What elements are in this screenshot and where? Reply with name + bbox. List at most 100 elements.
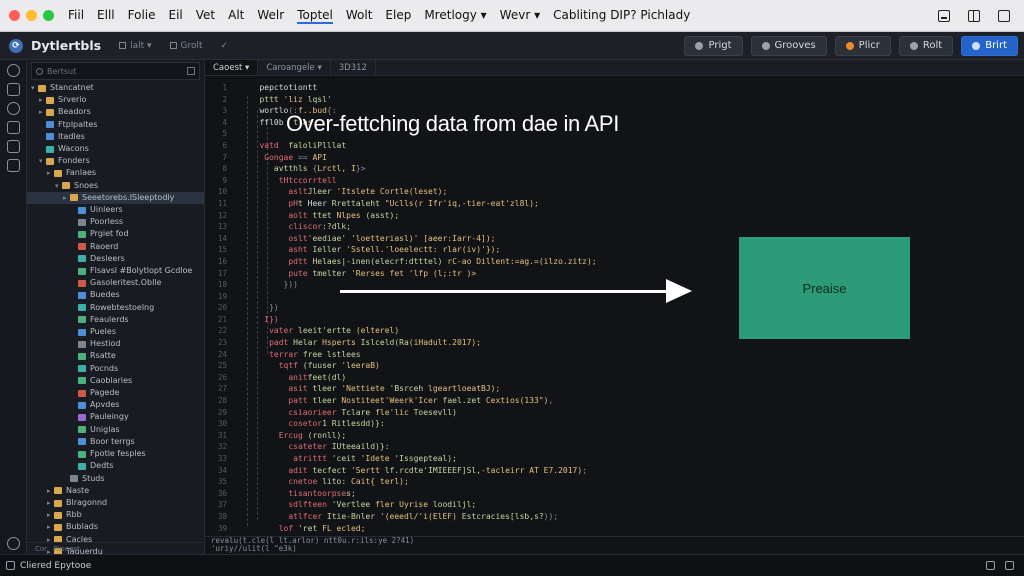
menu-item[interactable]: Elll	[97, 8, 115, 24]
toolbar-dropdown[interactable]: lalt ▾	[119, 41, 152, 51]
tree-item[interactable]: ▸ Beadors	[27, 106, 204, 118]
close-window-button[interactable]	[9, 10, 20, 21]
tree-item[interactable]: ▸ Blragonnd	[27, 497, 204, 509]
layout-icon[interactable]	[1005, 561, 1014, 570]
chevron-down-icon[interactable]: ▾	[39, 155, 46, 167]
split-view-icon[interactable]	[968, 9, 980, 22]
debug-icon[interactable]	[6, 121, 20, 134]
code-line: asltJleer 'Itslete Cortle(leset);	[245, 186, 625, 198]
menu-item[interactable]: Eil	[169, 8, 183, 24]
menu-item[interactable]: Wevr ▾	[500, 8, 540, 24]
tree-item[interactable]: Apvdes	[27, 399, 204, 411]
window-controls	[9, 10, 54, 21]
plicr-button[interactable]: Plicr	[834, 35, 891, 56]
toolbar-item[interactable]: Grolt	[169, 41, 203, 51]
tree-item[interactable]: Rsatte	[27, 350, 204, 362]
code-token: lgeartloeatBJ);	[428, 384, 501, 394]
tree-item[interactable]: ▸ Bublads	[27, 521, 204, 533]
tree-item[interactable]: Itadles	[27, 131, 204, 143]
menu-item[interactable]: Wolt	[346, 8, 373, 24]
minimize-panel-icon[interactable]	[938, 9, 950, 22]
sidebar-footer-item[interactable]: Cor	[35, 545, 47, 553]
deploy-icon[interactable]	[6, 159, 20, 172]
menu-item[interactable]: Alt	[228, 8, 244, 24]
menu-item[interactable]: Elep	[385, 8, 411, 24]
tree-item[interactable]: ▸ Srverio	[27, 94, 204, 106]
source-control-icon[interactable]	[6, 102, 20, 115]
chevron-right-icon[interactable]: ▸	[39, 94, 46, 106]
tree-item[interactable]: Pueles	[27, 326, 204, 338]
status-text[interactable]: Cliered Epytooe	[20, 561, 91, 571]
menu-item[interactable]: Welr	[257, 8, 284, 24]
menu-item[interactable]: Mretlogy ▾	[424, 8, 486, 24]
tree-item[interactable]: ▾ Snoes	[27, 180, 204, 192]
editor-tab[interactable]: Caoest ▾	[205, 60, 259, 75]
menu-item[interactable]: Toptel	[297, 8, 333, 24]
tree-item[interactable]: Poorless	[27, 216, 204, 228]
tree-item[interactable]: Desleers	[27, 253, 204, 265]
new-file-icon[interactable]	[187, 67, 195, 75]
chevron-down-icon[interactable]: ▾	[55, 180, 62, 192]
tree-item[interactable]: Boor terrgs	[27, 436, 204, 448]
explorer-icon[interactable]	[6, 64, 20, 77]
check-icon[interactable]: ✓	[221, 41, 229, 51]
tree-item[interactable]: ▸ Fanlaes	[27, 167, 204, 179]
tree-item[interactable]: ▸ Naste	[27, 485, 204, 497]
print-button[interactable]: Prigt	[684, 35, 743, 56]
menu-item[interactable]: Vet	[196, 8, 215, 24]
tree-item-label: Boor terrgs	[90, 436, 135, 446]
chevron-right-icon[interactable]: ▸	[47, 497, 54, 509]
line-number: 16	[217, 256, 227, 266]
editor-tab[interactable]: Caroangele ▾	[258, 60, 331, 75]
search-icon[interactable]	[6, 83, 20, 96]
fullscreen-icon[interactable]	[998, 9, 1010, 22]
tree-item[interactable]: Wacons	[27, 143, 204, 155]
tree-item[interactable]: Pauleingy	[27, 411, 204, 423]
chevron-right-icon[interactable]: ▸	[47, 485, 54, 497]
notifications-icon[interactable]	[986, 561, 995, 570]
tree-item[interactable]: Uniglas	[27, 424, 204, 436]
minimize-window-button[interactable]	[26, 10, 37, 21]
chevron-right-icon[interactable]: ▸	[47, 509, 54, 521]
account-icon[interactable]	[6, 537, 20, 550]
chevron-right-icon[interactable]: ▸	[63, 192, 70, 204]
chevron-right-icon[interactable]: ▸	[47, 521, 54, 533]
tree-item[interactable]: Prgiet fod	[27, 228, 204, 240]
tree-item[interactable]: Raoerd	[27, 241, 204, 253]
tree-item[interactable]: Dedts	[27, 460, 204, 472]
tree-item[interactable]: Pagede	[27, 387, 204, 399]
extensions-icon[interactable]	[6, 140, 20, 153]
grooves-button[interactable]: Grooves	[750, 35, 827, 56]
menu-item[interactable]: Cabliting DIP? Pichlady	[553, 8, 690, 24]
tree-item[interactable]: Rowebtestoelng	[27, 302, 204, 314]
explorer-search-input[interactable]: Bertsut	[31, 62, 200, 80]
tree-item[interactable]: Gasoleritest.Oblle	[27, 277, 204, 289]
chevron-right-icon[interactable]: ▸	[47, 167, 54, 179]
tree-item[interactable]: ▸ Rbb	[27, 509, 204, 521]
tree-item[interactable]: Pocnds	[27, 363, 204, 375]
sidebar-footer-item[interactable]: Plisoest	[53, 545, 80, 553]
code-content[interactable]: pepctotiontt pttt 'liz lqsl' wortlo(:f..…	[245, 82, 625, 557]
tree-item[interactable]: Studs	[27, 473, 204, 485]
tree-item[interactable]: ▾ Stancatnet	[27, 82, 204, 94]
tree-item[interactable]: Buedes	[27, 289, 204, 301]
editor-tab[interactable]: 3D312	[331, 60, 376, 75]
chevron-right-icon[interactable]: ▸	[39, 106, 46, 118]
menu-item[interactable]: Fiil	[68, 8, 84, 24]
file-icon	[78, 401, 86, 409]
tree-item[interactable]: Flsavsl #Bolytlopt Gcdloe	[27, 265, 204, 277]
zoom-window-button[interactable]	[43, 10, 54, 21]
tree-item[interactable]: ▾ Fonders	[27, 155, 204, 167]
primary-action-button[interactable]: Brirt	[961, 35, 1018, 56]
tree-item[interactable]: Hestiod	[27, 338, 204, 350]
rolt-button[interactable]: Rolt	[898, 35, 954, 56]
tree-item[interactable]: Ftplpaltes	[27, 119, 204, 131]
tree-item[interactable]: Caoblaries	[27, 375, 204, 387]
tree-item[interactable]: ▸ Seeetorebs.ISleeptodly	[27, 191, 204, 205]
tree-item[interactable]: Fpotle fesples	[27, 448, 204, 460]
tree-item[interactable]: Uinleers	[27, 204, 204, 216]
chevron-down-icon[interactable]: ▾	[31, 82, 38, 94]
tree-item[interactable]: Feaulerds	[27, 314, 204, 326]
menu-item[interactable]: Folie	[128, 8, 156, 24]
